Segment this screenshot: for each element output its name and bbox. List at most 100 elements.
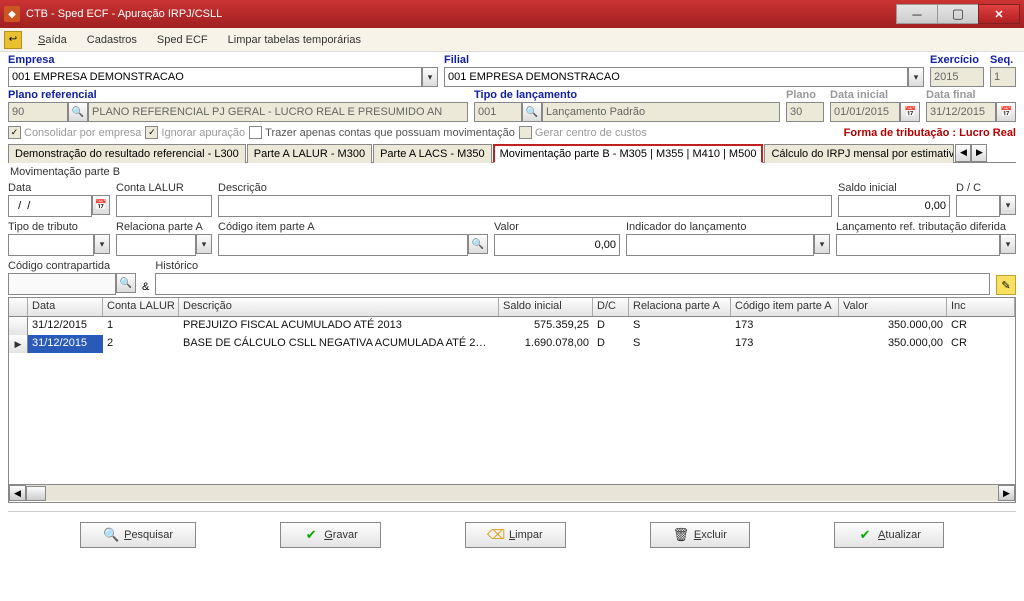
dc-input[interactable] <box>956 195 1000 217</box>
valor-input[interactable] <box>494 234 620 256</box>
valor-label: Valor <box>494 221 620 233</box>
col-dc[interactable]: D/C <box>593 298 629 316</box>
relaciona-a-input[interactable] <box>116 234 196 256</box>
maximize-button[interactable]: ▢ <box>937 4 979 24</box>
indicador-input[interactable] <box>626 234 814 256</box>
titlebar: ◆ CTB - Sped ECF - Apuração IRPJ/CSLL ─ … <box>0 0 1024 28</box>
tipo-tributo-input[interactable] <box>8 234 94 256</box>
edit-historico-icon[interactable]: ✎ <box>996 275 1016 295</box>
cod-contrapartida-input <box>8 273 116 295</box>
indicador-dropdown[interactable] <box>814 234 830 254</box>
data-input[interactable] <box>8 195 92 217</box>
col-desc[interactable]: Descrição <box>179 298 499 316</box>
col-valor[interactable]: Valor <box>839 298 947 316</box>
forma-tributacao: Forma de tributação : Lucro Real <box>844 127 1016 139</box>
col-rel[interactable]: Relaciona parte A <box>629 298 731 316</box>
filial-label: Filial <box>444 54 924 66</box>
seq-label: Seq. <box>990 54 1016 66</box>
empresa-input[interactable] <box>8 67 422 87</box>
empresa-dropdown[interactable] <box>422 67 438 87</box>
filial-dropdown[interactable] <box>908 67 924 87</box>
grid-header: Data Conta LALUR Descrição Saldo inicial… <box>9 298 1015 317</box>
cod-contrapartida-label: Código contrapartida <box>8 260 136 272</box>
data-final-label: Data final <box>926 89 1016 101</box>
atualizar-button[interactable]: ✔Atualizar <box>834 522 944 548</box>
tipo-tributo-dropdown[interactable] <box>94 234 110 254</box>
lanc-ref-label: Lançamento ref. tributação diferida <box>836 221 1016 233</box>
historico-input[interactable] <box>155 273 990 295</box>
relaciona-a-dropdown[interactable] <box>196 234 212 254</box>
gravar-button[interactable]: ✔Gravar <box>280 522 381 548</box>
tipo-lanc-label: Tipo de lançamento <box>474 89 780 101</box>
horizontal-scrollbar[interactable]: ◀ ▶ <box>9 484 1015 501</box>
saldo-inicial-input[interactable] <box>838 195 950 217</box>
tab-m350[interactable]: Parte A LACS - M350 <box>373 144 492 163</box>
data-inicial-calendar-icon[interactable]: 📅 <box>900 102 920 122</box>
descricao-input[interactable] <box>218 195 832 217</box>
col-data[interactable]: Data <box>28 298 103 316</box>
col-ind[interactable]: Inc <box>947 298 1015 316</box>
descricao-label: Descrição <box>218 182 832 194</box>
data-final-value: 31/12/2015 <box>926 102 996 122</box>
check-trazer[interactable]: Trazer apenas contas que possuam movimen… <box>249 126 515 139</box>
filial-input[interactable] <box>444 67 908 87</box>
table-row[interactable]: 31/12/2015 2 BASE DE CÁLCULO CSLL NEGATI… <box>9 335 1015 353</box>
plano-ref-label: Plano referencial <box>8 89 468 101</box>
tipo-lanc-search-icon[interactable]: 🔍 <box>522 102 542 122</box>
check-consolidar: ✓Consolidar por empresa <box>8 126 141 139</box>
exercicio-input <box>930 67 984 87</box>
limpar-button[interactable]: ⌫Limpar <box>465 522 566 548</box>
plano-ref-search-icon[interactable]: 🔍 <box>68 102 88 122</box>
excluir-button[interactable]: 🗑Excluir <box>650 522 750 548</box>
scroll-right-icon[interactable]: ▶ <box>998 485 1015 501</box>
minimize-button[interactable]: ─ <box>896 4 938 24</box>
menu-cadastros[interactable]: Cadastros <box>77 32 147 48</box>
menu-saida[interactable]: Saída <box>28 32 77 48</box>
dc-dropdown[interactable] <box>1000 195 1016 215</box>
tab-scroll-left-icon[interactable]: ◀ <box>955 144 971 162</box>
tab-m300[interactable]: Parte A LALUR - M300 <box>247 144 372 163</box>
col-cod[interactable]: Código item parte A <box>731 298 839 316</box>
pesquisar-button[interactable]: 🔍Pesquisar <box>80 522 196 548</box>
col-conta[interactable]: Conta LALUR <box>103 298 179 316</box>
empresa-label: Empresa <box>8 54 438 66</box>
menu-sped-ecf[interactable]: Sped ECF <box>147 32 218 48</box>
broom-icon: ⌫ <box>488 527 504 543</box>
trash-icon: 🗑 <box>673 527 689 543</box>
grid-body[interactable]: 31/12/2015 1 PREJUIZO FISCAL ACUMULADO A… <box>9 317 1015 484</box>
lanc-ref-input[interactable] <box>836 234 1000 256</box>
data-calendar-icon[interactable]: 📅 <box>92 195 110 215</box>
menu-limpar-tabelas[interactable]: Limpar tabelas temporárias <box>218 32 371 48</box>
lanc-ref-dropdown[interactable] <box>1000 234 1016 254</box>
codigo-item-search-icon[interactable]: 🔍 <box>468 234 488 254</box>
exit-icon[interactable]: ↩ <box>4 31 22 49</box>
tab-l300[interactable]: Demonstração do resultado referencial - … <box>8 144 246 163</box>
plano-value: 30 <box>786 102 824 122</box>
codigo-item-label: Código item parte A <box>218 221 488 233</box>
tipo-lanc-code: 001 <box>474 102 522 122</box>
tab-irpj-mensal[interactable]: Cálculo do IRPJ mensal por estimativas <box>764 144 954 163</box>
cod-contrapartida-search-icon[interactable]: 🔍 <box>116 273 136 293</box>
scroll-left-icon[interactable]: ◀ <box>9 485 26 501</box>
tab-scroll-right-icon[interactable]: ▶ <box>971 144 987 162</box>
data-final-calendar-icon[interactable]: 📅 <box>996 102 1016 122</box>
window-title: CTB - Sped ECF - Apuração IRPJ/CSLL <box>26 8 897 20</box>
grid: Data Conta LALUR Descrição Saldo inicial… <box>8 297 1016 503</box>
table-row[interactable]: 31/12/2015 1 PREJUIZO FISCAL ACUMULADO A… <box>9 317 1015 335</box>
saldo-inicial-label: Saldo inicial <box>838 182 950 194</box>
col-saldo[interactable]: Saldo inicial <box>499 298 593 316</box>
tab-parte-b[interactable]: Movimentação parte B - M305 | M355 | M41… <box>493 144 764 163</box>
indicador-label: Indicador do lançamento <box>626 221 830 233</box>
scroll-thumb[interactable] <box>26 486 46 501</box>
refresh-check-icon: ✔ <box>857 527 873 543</box>
historico-label: Histórico <box>155 260 990 272</box>
seq-input <box>990 67 1016 87</box>
close-button[interactable]: ✕ <box>978 4 1020 24</box>
check-gerar: Gerar centro de custos <box>519 126 647 139</box>
codigo-item-input[interactable] <box>218 234 468 256</box>
menubar: ↩ Saída Cadastros Sped ECF Limpar tabela… <box>0 28 1024 52</box>
conta-lalur-label: Conta LALUR <box>116 182 212 194</box>
tipo-lanc-desc: Lançamento Padrão <box>542 102 780 122</box>
check-icon: ✔ <box>303 527 319 543</box>
conta-lalur-input[interactable] <box>116 195 212 217</box>
